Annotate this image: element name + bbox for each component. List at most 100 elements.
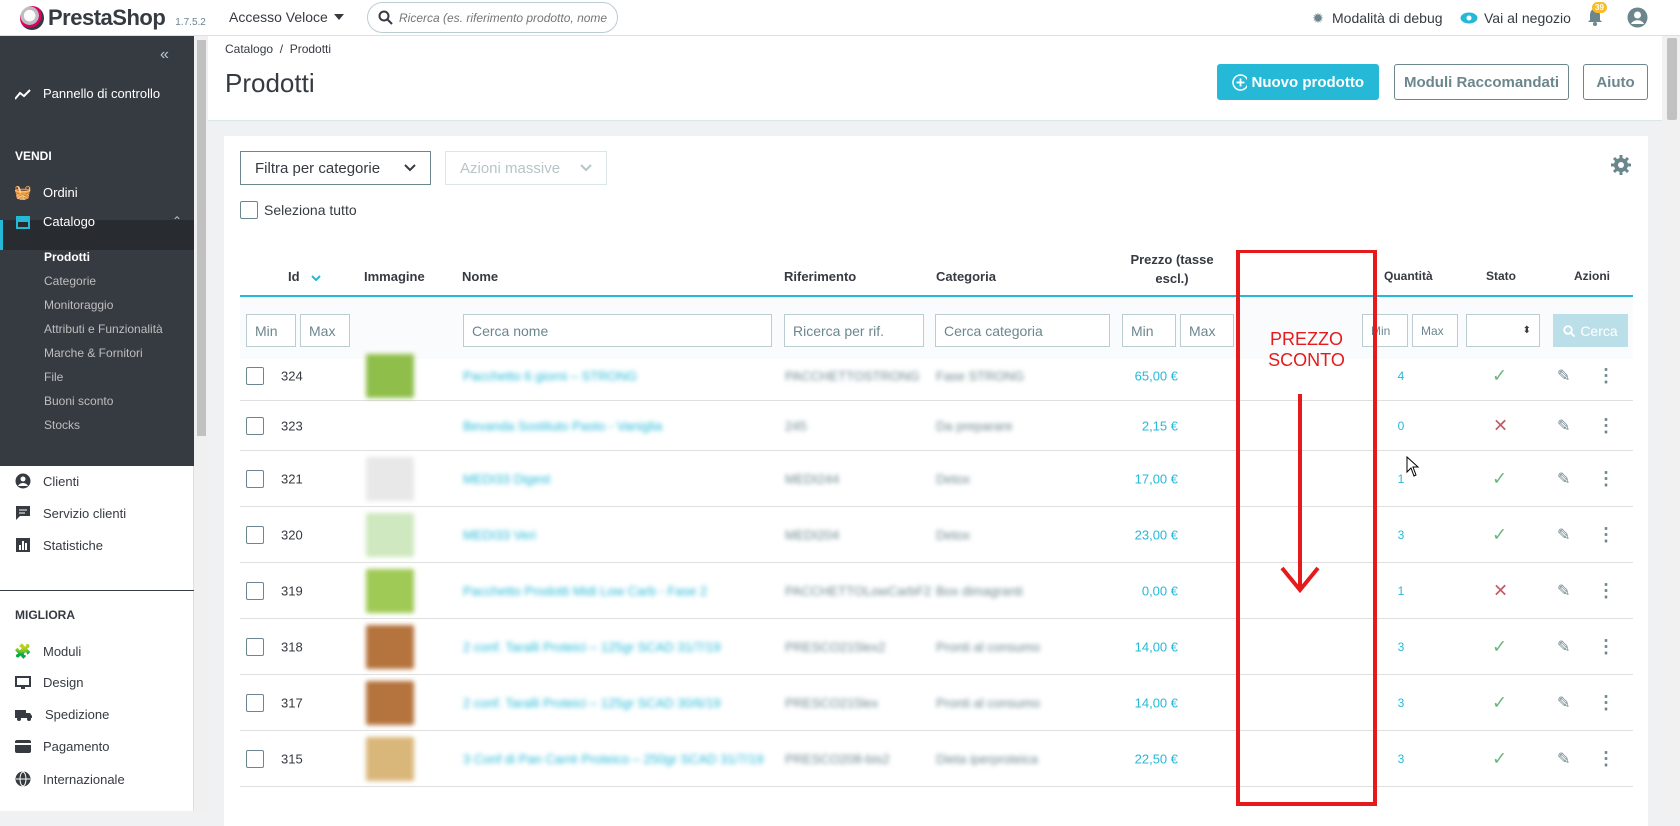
ref-filter-input[interactable]: Ricerca per rif. (784, 314, 924, 347)
product-thumbnail[interactable] (366, 736, 414, 781)
sidebar-sub-attributes[interactable]: Attributi e Funzionalità (44, 322, 163, 336)
row-checkbox[interactable] (246, 525, 264, 544)
sidebar-item-stats[interactable]: Statistiche (15, 537, 103, 553)
bulk-actions-dropdown[interactable]: Azioni massive (445, 151, 607, 185)
status-enabled-icon[interactable]: ✓ (1492, 468, 1507, 489)
collapse-sidebar-icon[interactable]: « (160, 46, 169, 64)
sidebar-sub-vouchers[interactable]: Buoni sconto (44, 394, 113, 408)
product-name-link[interactable]: MEDI33 Veri (463, 527, 536, 542)
more-options-icon[interactable]: ⋮ (1597, 468, 1615, 489)
product-quantity[interactable]: 4 (1394, 369, 1408, 383)
sidebar-item-modules[interactable]: 🧩 Moduli (14, 643, 81, 659)
select-all-checkbox[interactable] (240, 201, 258, 219)
product-quantity[interactable]: 3 (1394, 528, 1408, 542)
status-disabled-icon[interactable]: ✕ (1493, 580, 1508, 601)
product-quantity[interactable]: 3 (1394, 696, 1408, 710)
sort-desc-icon[interactable] (311, 275, 321, 282)
product-thumbnail[interactable] (366, 512, 414, 557)
product-name-link[interactable]: Bevanda Sostituto Pasto - Vaniglia (463, 418, 662, 433)
sidebar-item-dashboard[interactable]: Pannello di controllo (15, 86, 160, 101)
row-checkbox[interactable] (246, 416, 264, 435)
product-thumbnail[interactable] (366, 624, 414, 669)
col-id[interactable]: Id (288, 269, 321, 284)
search-input[interactable] (399, 10, 609, 25)
edit-pencil-icon[interactable]: ✎ (1557, 693, 1570, 713)
price-min-input[interactable]: Min (1122, 314, 1176, 347)
product-price[interactable]: 17,00 € (1108, 471, 1178, 486)
col-name[interactable]: Nome (462, 269, 498, 284)
qty-max-input[interactable]: Max (1412, 314, 1458, 347)
sidebar-item-payment[interactable]: Pagamento (15, 739, 110, 754)
gear-icon[interactable] (1610, 154, 1632, 176)
product-thumbnail[interactable] (366, 568, 414, 613)
sidebar-item-customers[interactable]: Clienti (15, 473, 79, 489)
status-disabled-icon[interactable]: ✕ (1493, 415, 1508, 436)
sidebar-item-design[interactable]: Design (15, 675, 83, 690)
edit-pencil-icon[interactable]: ✎ (1557, 637, 1570, 657)
product-quantity[interactable]: 1 (1394, 584, 1408, 598)
help-button[interactable]: Aiuto (1583, 64, 1648, 100)
sidebar-sub-monitoring[interactable]: Monitoraggio (44, 298, 113, 312)
sidebar-item-orders[interactable]: 🧺 Ordini (14, 184, 77, 200)
edit-pencil-icon[interactable]: ✎ (1557, 525, 1570, 545)
prestashop-logo[interactable]: PrestaShop 1.7.5.2 (20, 5, 206, 31)
product-name-link[interactable]: 2 conf. Taralli Proteici – 125gr SCAD 31… (463, 639, 721, 654)
product-thumbnail[interactable] (366, 456, 414, 501)
more-options-icon[interactable]: ⋮ (1597, 748, 1615, 769)
account-icon[interactable] (1627, 7, 1648, 28)
id-min-input[interactable]: Min (246, 314, 296, 347)
search-filter-button[interactable]: Cerca (1553, 314, 1628, 347)
product-thumbnail[interactable] (366, 353, 414, 398)
category-filter-input[interactable]: Cerca categoria (935, 314, 1110, 347)
page-scrollbar[interactable] (1664, 36, 1680, 811)
edit-pencil-icon[interactable]: ✎ (1557, 469, 1570, 489)
price-max-input[interactable]: Max (1180, 314, 1234, 347)
more-options-icon[interactable]: ⋮ (1597, 365, 1615, 386)
select-all[interactable]: Seleziona tutto (240, 201, 357, 219)
product-quantity[interactable]: 3 (1394, 752, 1408, 766)
product-name-link[interactable]: 3 Conf di Pan Carrè Proteico – 250gr SCA… (463, 751, 764, 766)
sidebar-item-catalog[interactable]: Catalogo (15, 214, 95, 229)
product-price[interactable]: 22,50 € (1108, 751, 1178, 766)
status-enabled-icon[interactable]: ✓ (1492, 524, 1507, 545)
status-enabled-icon[interactable]: ✓ (1492, 365, 1507, 386)
col-quantity[interactable]: Quantità (1384, 269, 1433, 283)
status-enabled-icon[interactable]: ✓ (1492, 748, 1507, 769)
sidebar-scrollbar-thumb[interactable] (197, 40, 206, 436)
name-filter-input[interactable]: Cerca nome (463, 314, 772, 347)
product-name-link[interactable]: 2 conf. Taralli Proteici – 125gr SCAD 30… (463, 695, 721, 710)
status-filter-select[interactable]: ⬍ (1466, 314, 1540, 347)
col-status[interactable]: Stato (1486, 269, 1516, 283)
sidebar-item-customer-service[interactable]: Servizio clienti (15, 505, 126, 521)
sidebar-item-shipping[interactable]: Spedizione (15, 707, 109, 722)
new-product-button[interactable]: Nuovo prodotto (1217, 64, 1379, 100)
more-options-icon[interactable]: ⋮ (1597, 580, 1615, 601)
debug-mode-link[interactable]: ✹ Modalità di debug (1310, 0, 1442, 36)
edit-pencil-icon[interactable]: ✎ (1557, 366, 1570, 386)
row-checkbox[interactable] (246, 581, 264, 600)
quick-access-dropdown[interactable]: Accesso Veloce (229, 9, 344, 25)
id-max-input[interactable]: Max (300, 314, 350, 347)
sidebar-sub-files[interactable]: File (44, 370, 63, 384)
product-price[interactable]: 0,00 € (1108, 583, 1178, 598)
product-thumbnail[interactable] (366, 680, 414, 725)
filter-categories-dropdown[interactable]: Filtra per categorie (240, 151, 431, 185)
more-options-icon[interactable]: ⋮ (1597, 692, 1615, 713)
row-checkbox[interactable] (246, 693, 264, 712)
page-scrollbar-thumb[interactable] (1667, 38, 1677, 120)
product-price[interactable]: 2,15 € (1108, 418, 1178, 433)
more-options-icon[interactable]: ⋮ (1597, 415, 1615, 436)
row-checkbox[interactable] (246, 366, 264, 385)
status-enabled-icon[interactable]: ✓ (1492, 636, 1507, 657)
col-reference[interactable]: Riferimento (784, 269, 856, 284)
product-price[interactable]: 14,00 € (1108, 639, 1178, 654)
more-options-icon[interactable]: ⋮ (1597, 636, 1615, 657)
sidebar-sub-products[interactable]: Prodotti (44, 250, 90, 264)
edit-pencil-icon[interactable]: ✎ (1557, 749, 1570, 769)
status-enabled-icon[interactable]: ✓ (1492, 692, 1507, 713)
more-options-icon[interactable]: ⋮ (1597, 524, 1615, 545)
row-checkbox[interactable] (246, 469, 264, 488)
view-shop-link[interactable]: Vai al negozio (1460, 0, 1571, 36)
breadcrumb[interactable]: Catalogo / Prodotti (225, 42, 331, 56)
recommended-modules-button[interactable]: Moduli Raccomandati (1394, 64, 1569, 100)
